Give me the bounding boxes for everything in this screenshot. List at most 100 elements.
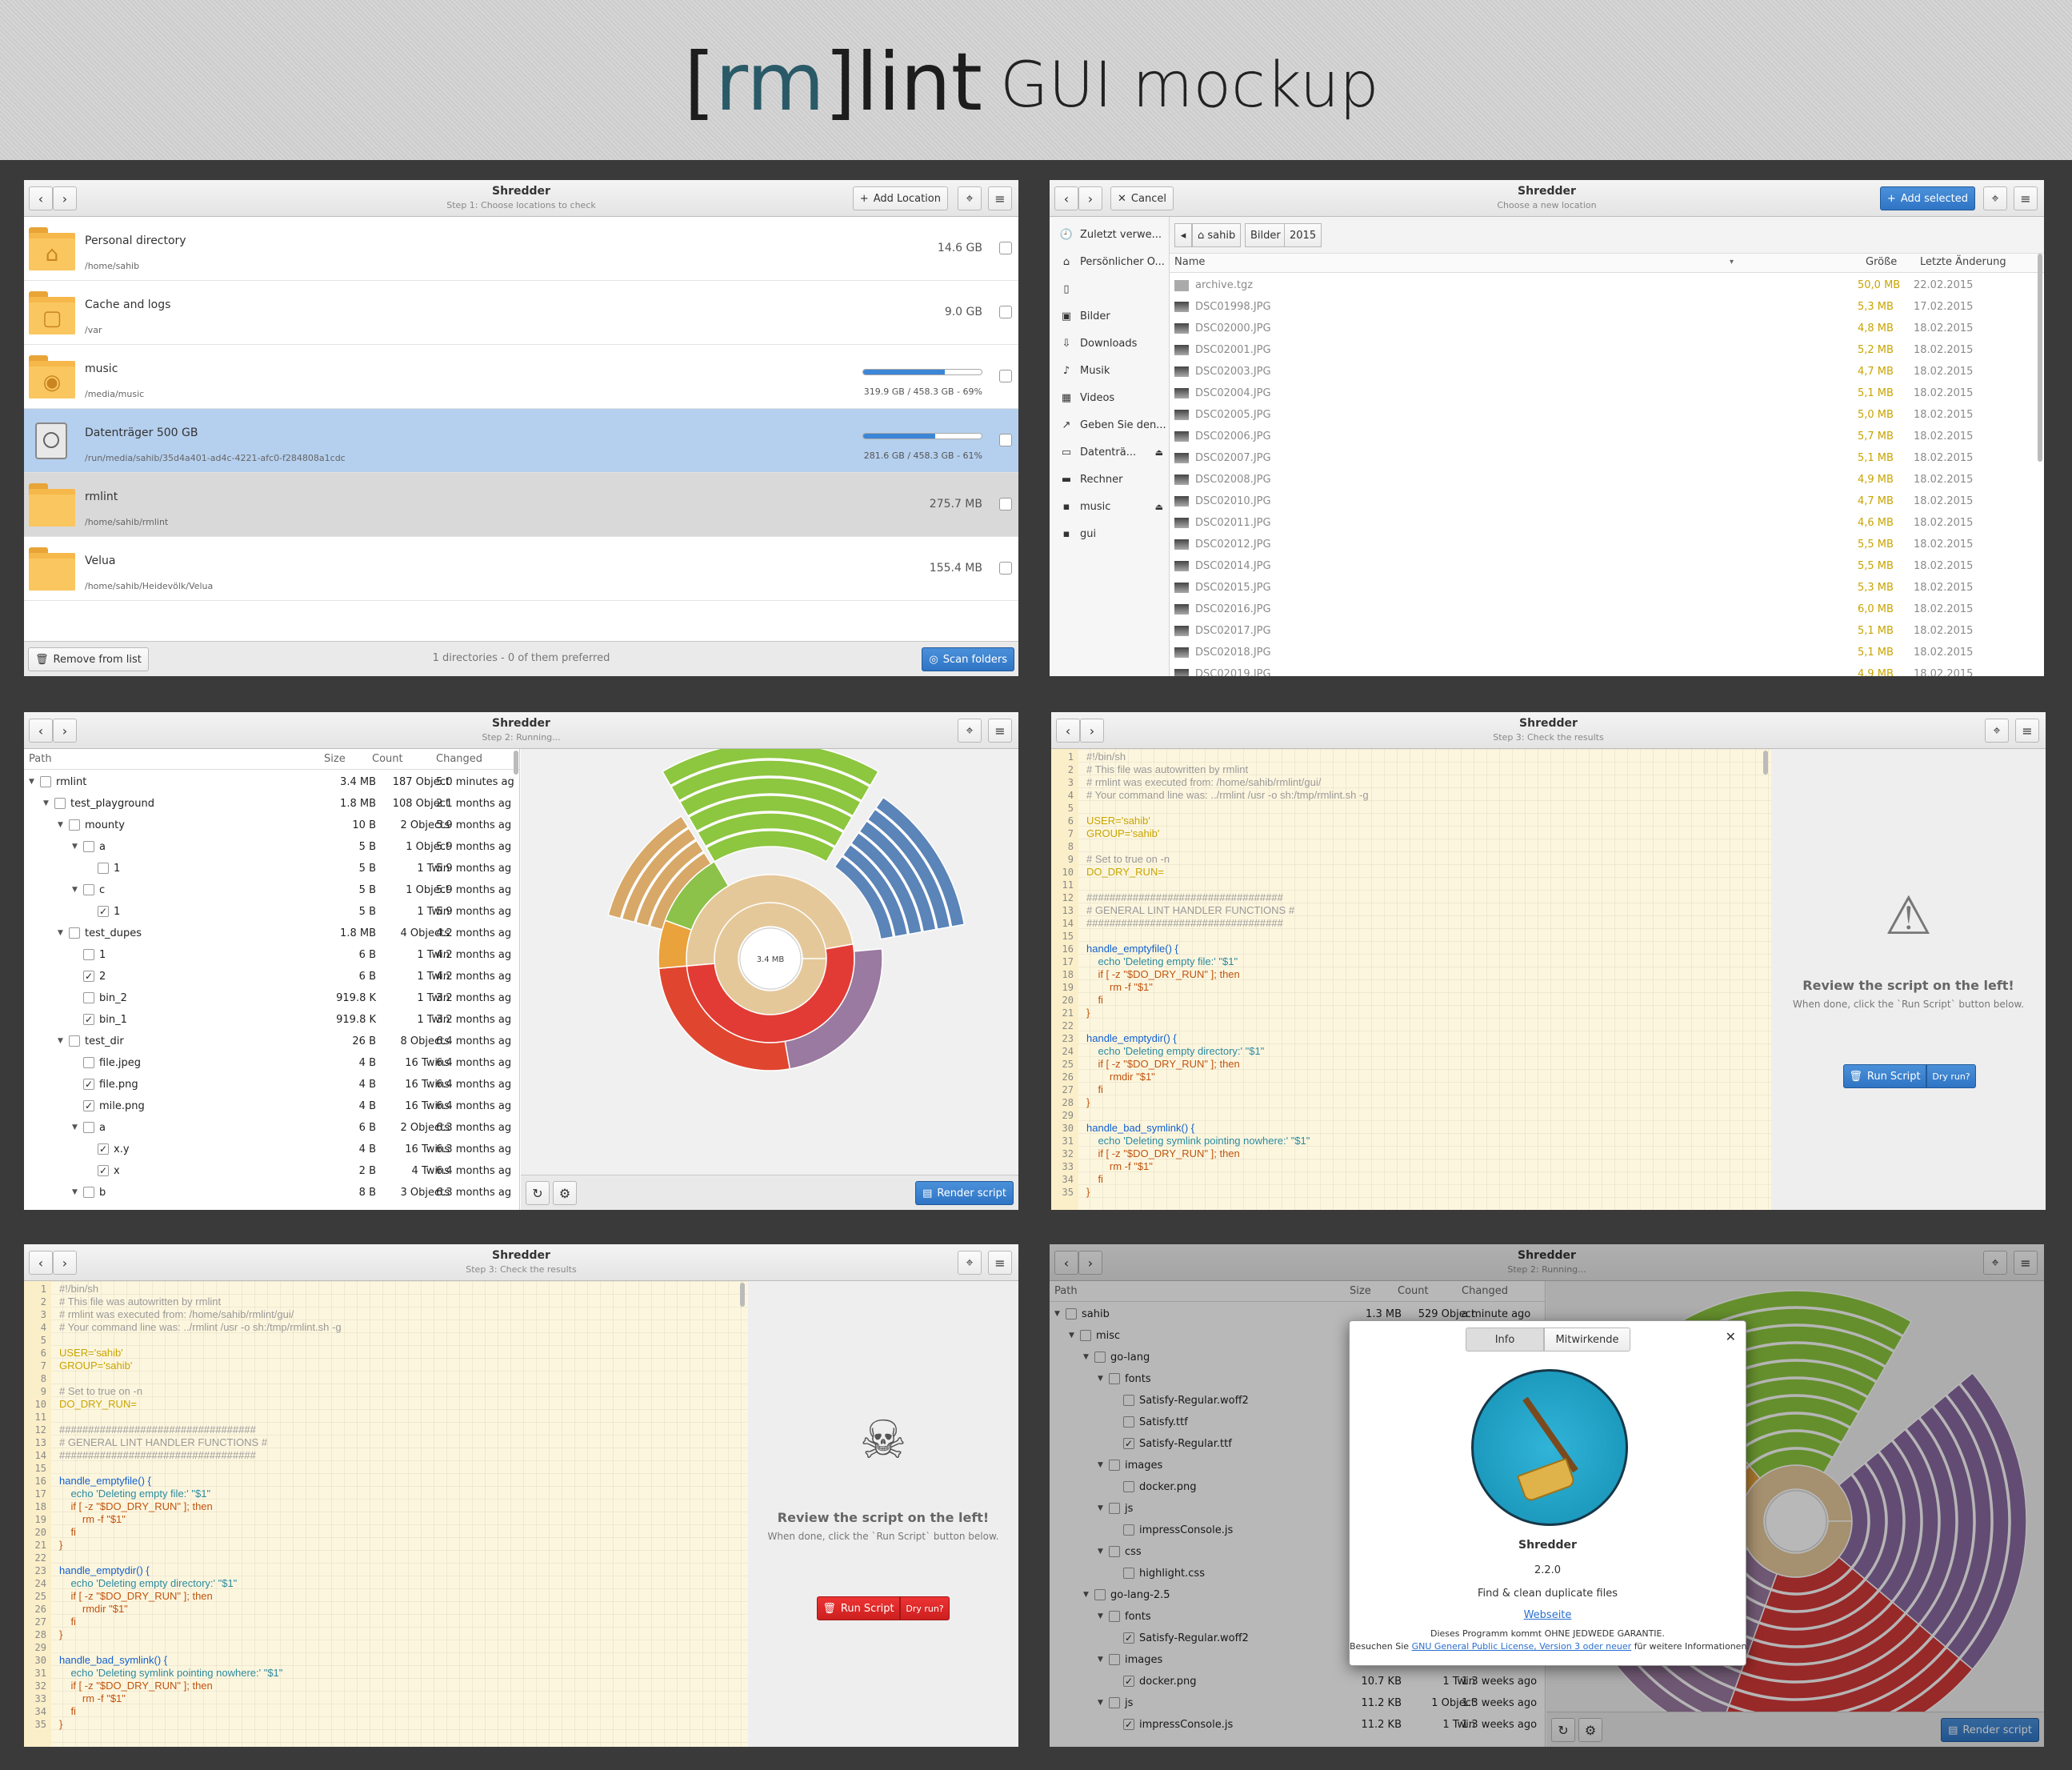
tree-row[interactable]: ✓ bin_1 919.8 K1 Twin 3.2 months ag [24,1009,512,1031]
crumb-bilder[interactable]: Bilder [1245,223,1286,247]
run-script-button[interactable]: 🗑 Run Script [817,1596,900,1620]
prefer-checkbox[interactable] [999,370,1012,382]
tree-row[interactable]: ✓ file.png 4 B 16 Twins 6.4 months ag [24,1074,512,1095]
tree-row[interactable]: ✓ 1 5 B1 Twin 5.9 months ag [24,901,512,923]
location-row[interactable]: Datenträger 500 GB/run/media/sahib/35d4a… [24,409,1018,473]
file-row[interactable]: DSC02003.JPG 4,7 MB 18.02.2015 [1170,361,2036,382]
eject-icon[interactable]: ⏏ [1155,495,1163,519]
sidebar-item[interactable]: 🕘 Zuletzt verwe... [1050,223,1170,247]
cancel-button[interactable]: ✕ Cancel [1110,186,1174,210]
back-button[interactable]: ‹ [29,1251,53,1275]
expander-icon[interactable]: ▼ [72,879,82,901]
sidebar-item[interactable]: ▬ Rechner [1050,468,1170,492]
forward-button[interactable]: › [1078,186,1102,210]
locate-button[interactable]: ⌖ [958,1251,982,1275]
tree-row[interactable]: 15 B1 Twin 5.9 months ag [24,858,512,879]
tab-info[interactable]: Info [1466,1328,1544,1352]
file-row[interactable]: DSC02019.JPG 4,9 MB 18.02.2015 [1170,663,2036,676]
col-count[interactable]: Count [372,749,403,770]
sidebar-item[interactable]: ⇩ Downloads [1050,332,1170,356]
file-row[interactable]: DSC01998.JPG 5,3 MB 17.02.2015 [1170,296,2036,318]
row-checkbox[interactable] [83,992,94,1003]
row-checkbox[interactable] [69,1035,80,1047]
row-checkbox[interactable]: ✓ [83,1100,94,1111]
scan-folders-button[interactable]: ◎ Scan folders [922,647,1014,671]
col-path[interactable]: Path [29,749,52,770]
menu-button[interactable]: ≡ [988,186,1012,210]
row-checkbox[interactable] [83,1187,94,1198]
website-link[interactable]: Webseite [1350,1609,1746,1621]
row-checkbox[interactable] [54,798,66,809]
tree-row[interactable]: file.jpeg 4 B 16 Twins 6.4 months ag [24,1052,512,1074]
expander-icon[interactable]: ▼ [72,1182,82,1203]
back-button[interactable]: ‹ [29,186,53,210]
dry-run-button[interactable]: Dry run? [1926,1064,1976,1088]
close-icon[interactable]: ✕ [1726,1329,1736,1344]
col-date[interactable]: Letzte Änderung [1920,254,2006,271]
row-checkbox[interactable] [83,1122,94,1133]
scrollbar[interactable] [1763,751,1768,775]
dry-run-button[interactable]: Dry run? [900,1596,950,1620]
tree-row[interactable]: ▼ test_playground 1.8 MB 108 Object 2.1 mont… [24,793,512,815]
prefer-checkbox[interactable] [999,434,1012,447]
tab-credits[interactable]: Mitwirkende [1544,1328,1630,1352]
scrollbar[interactable] [514,751,518,775]
tree-row[interactable]: ▼ rmlint 3.4 MB 187 Object 5.0 minutes ag [24,771,514,793]
sidebar-item[interactable]: ▪ music ⏏ [1050,495,1170,519]
expander-icon[interactable]: ▼ [58,815,67,836]
file-row[interactable]: DSC02010.JPG 4,7 MB 18.02.2015 [1170,491,2036,512]
file-row[interactable]: DSC02006.JPG 5,7 MB 18.02.2015 [1170,426,2036,447]
file-row[interactable]: DSC02008.JPG 4,9 MB 18.02.2015 [1170,469,2036,491]
sidebar-item[interactable]: ⌂ Persönlicher O... [1050,250,1170,274]
tree-row[interactable]: ✓ mile.png 4 B 16 Twins 6.4 months ag [24,1095,512,1117]
row-checkbox[interactable] [83,884,94,895]
forward-button[interactable]: › [1080,719,1104,743]
add-selected-button[interactable]: + Add selected [1879,186,1975,210]
row-checkbox[interactable]: ✓ [83,1079,94,1090]
file-row[interactable]: DSC02012.JPG 5,5 MB 18.02.2015 [1170,534,2036,555]
location-row[interactable]: ◉ music/media/music 319.9 GB / 458.3 GB - … [24,345,1018,409]
col-changed[interactable]: Changed [436,749,482,770]
file-row[interactable]: DSC02000.JPG 4,8 MB 18.02.2015 [1170,318,2036,339]
back-button[interactable]: ‹ [1054,186,1078,210]
row-checkbox[interactable]: ✓ [98,1165,109,1176]
col-name[interactable]: Name [1174,254,1205,271]
expander-icon[interactable]: ▼ [29,771,38,793]
row-checkbox[interactable] [98,863,109,874]
row-checkbox[interactable] [40,776,51,787]
tree-row[interactable]: ✓ x 2 B4 Twins 6.4 months ag [24,1160,512,1182]
script-view[interactable]: 1 2 3 4 5 6 7 8 9 10 11 12 13 14 15 16 17 18 19 20 21 22 23 24 2… [1051,749,1771,1210]
file-row[interactable]: DSC02001.JPG 5,2 MB 18.02.2015 [1170,339,2036,361]
settings-button[interactable]: ⚙ [553,1181,577,1205]
row-checkbox[interactable]: ✓ [98,906,109,917]
expander-icon[interactable]: ▼ [72,836,82,858]
file-row[interactable]: DSC02004.JPG 5,1 MB 18.02.2015 [1170,382,2036,404]
file-row[interactable]: DSC02005.JPG 5,0 MB 18.02.2015 [1170,404,2036,426]
tree-row[interactable]: ✓ 2 6 B1 Twin 4.2 months ag [24,966,512,987]
row-checkbox[interactable]: ✓ [98,1143,109,1155]
row-checkbox[interactable]: ✓ [83,971,94,982]
expander-icon[interactable]: ▼ [72,1117,82,1139]
row-checkbox[interactable] [83,1057,94,1068]
expander-icon[interactable]: ▼ [58,923,67,944]
file-row[interactable]: DSC02011.JPG 4,6 MB 18.02.2015 [1170,512,2036,534]
forward-button[interactable]: › [53,719,77,743]
tree-row[interactable]: ▼ a 5 B1 Object 5.9 months ag [24,836,512,858]
file-row[interactable]: DSC02015.JPG 5,3 MB 18.02.2015 [1170,577,2036,599]
col-size[interactable]: Größe [1866,254,1897,271]
script-view[interactable]: 1 2 3 4 5 6 7 8 9 10 11 12 13 14 15 16 17 18 19 20 21 22 23 24 2… [24,1281,748,1747]
locate-button[interactable]: ⌖ [958,719,982,743]
run-script-button[interactable]: 🗑 Run Script [1843,1064,1926,1088]
forward-button[interactable]: › [53,186,77,210]
sidebar-item[interactable]: ♪ Musik [1050,359,1170,383]
path-back-button[interactable]: ◂ [1174,223,1192,247]
tree-row[interactable]: ▼ test_dir 26 B8 Objects 6.4 months ag [24,1031,512,1052]
row-checkbox[interactable] [69,927,80,939]
tree-row[interactable]: ▼ c 5 B1 Object 5.9 months ag [24,879,512,901]
location-row[interactable]: rmlint/home/sahib/rmlint 275.7 MB [24,473,1018,537]
eject-icon[interactable]: ⏏ [1155,441,1163,465]
file-row[interactable]: DSC02016.JPG 6,0 MB 18.02.2015 [1170,599,2036,620]
locate-button[interactable]: ⌖ [1983,186,2007,210]
tree-row[interactable]: ▼ a 6 B2 Objects 6.3 months ag [24,1117,512,1139]
locate-button[interactable]: ⌖ [958,186,982,210]
